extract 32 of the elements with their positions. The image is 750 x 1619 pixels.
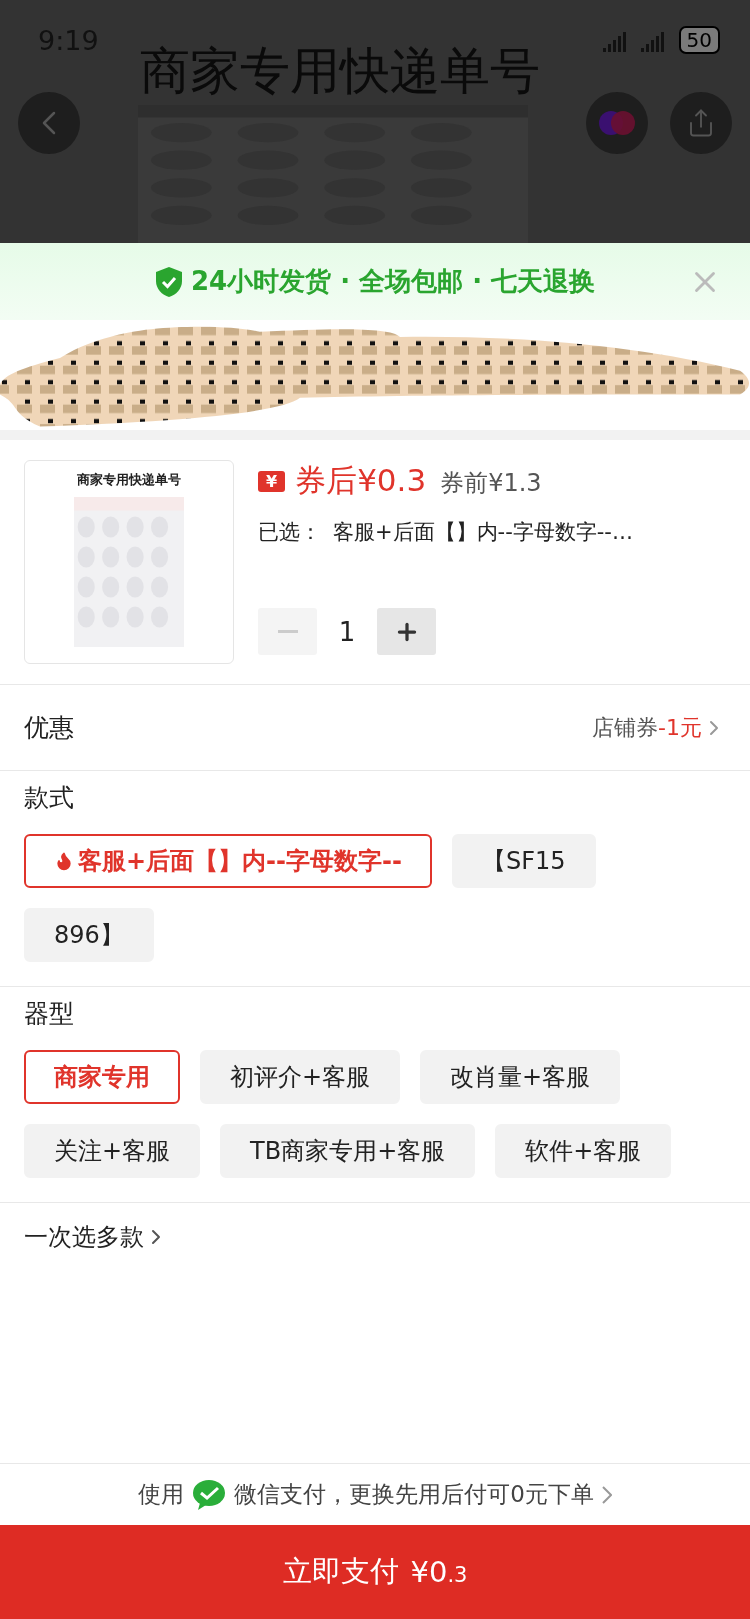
option-chip[interactable]: 软件+客服 <box>495 1124 672 1178</box>
option-chip[interactable]: 客服+后面【】内--字母数字-- <box>24 834 432 888</box>
quantity-value: 1 <box>337 616 357 647</box>
option-chip[interactable]: 改肖量+客服 <box>420 1050 621 1104</box>
discount-label: 优惠 <box>24 712 74 744</box>
service-banner-text: 24小时发货 · 全场包邮 · 七天退换 <box>190 265 596 298</box>
logo-icon <box>597 108 637 138</box>
option-chip[interactable]: TB商家专用+客服 <box>220 1124 476 1178</box>
minus-icon <box>277 630 298 633</box>
selected-value: 客服+后面【】内--字母数字--… <box>333 519 633 546</box>
coupon-badge: ¥ <box>258 470 286 492</box>
option-chip[interactable]: 关注+客服 <box>24 1124 201 1178</box>
store-coupon-link[interactable]: 店铺券-1元 <box>592 712 726 743</box>
flame-icon <box>54 851 74 871</box>
option-chip[interactable]: 初评介+客服 <box>200 1050 401 1104</box>
battery-icon: 50 <box>678 26 720 54</box>
pay-now-button[interactable]: 立即支付 ¥0.3 <box>0 1525 750 1619</box>
thumbnail-caption: 商家专用快递单号 <box>77 471 181 489</box>
option-chip[interactable]: 896】 <box>24 908 154 962</box>
shield-check-icon <box>154 265 183 298</box>
option-chip[interactable]: 【SF15 <box>451 834 596 888</box>
chevron-right-icon <box>601 1485 612 1504</box>
option-group-title: 器型 <box>24 998 75 1030</box>
multi-select-link[interactable]: 一次选多款 <box>0 1203 192 1271</box>
plus-button[interactable] <box>377 608 436 655</box>
option-group-title: 款式 <box>24 782 75 814</box>
price-after-coupon: 券后¥0.3 <box>295 461 427 500</box>
option-chip[interactable]: 商家专用 <box>24 1050 180 1104</box>
selected-label: 已选： <box>258 519 321 546</box>
chat-bubble-icon <box>192 1478 227 1511</box>
product-thumbnail[interactable]: 商家专用快递单号 <box>24 460 234 664</box>
price-before-coupon: 券前¥1.3 <box>440 468 542 499</box>
